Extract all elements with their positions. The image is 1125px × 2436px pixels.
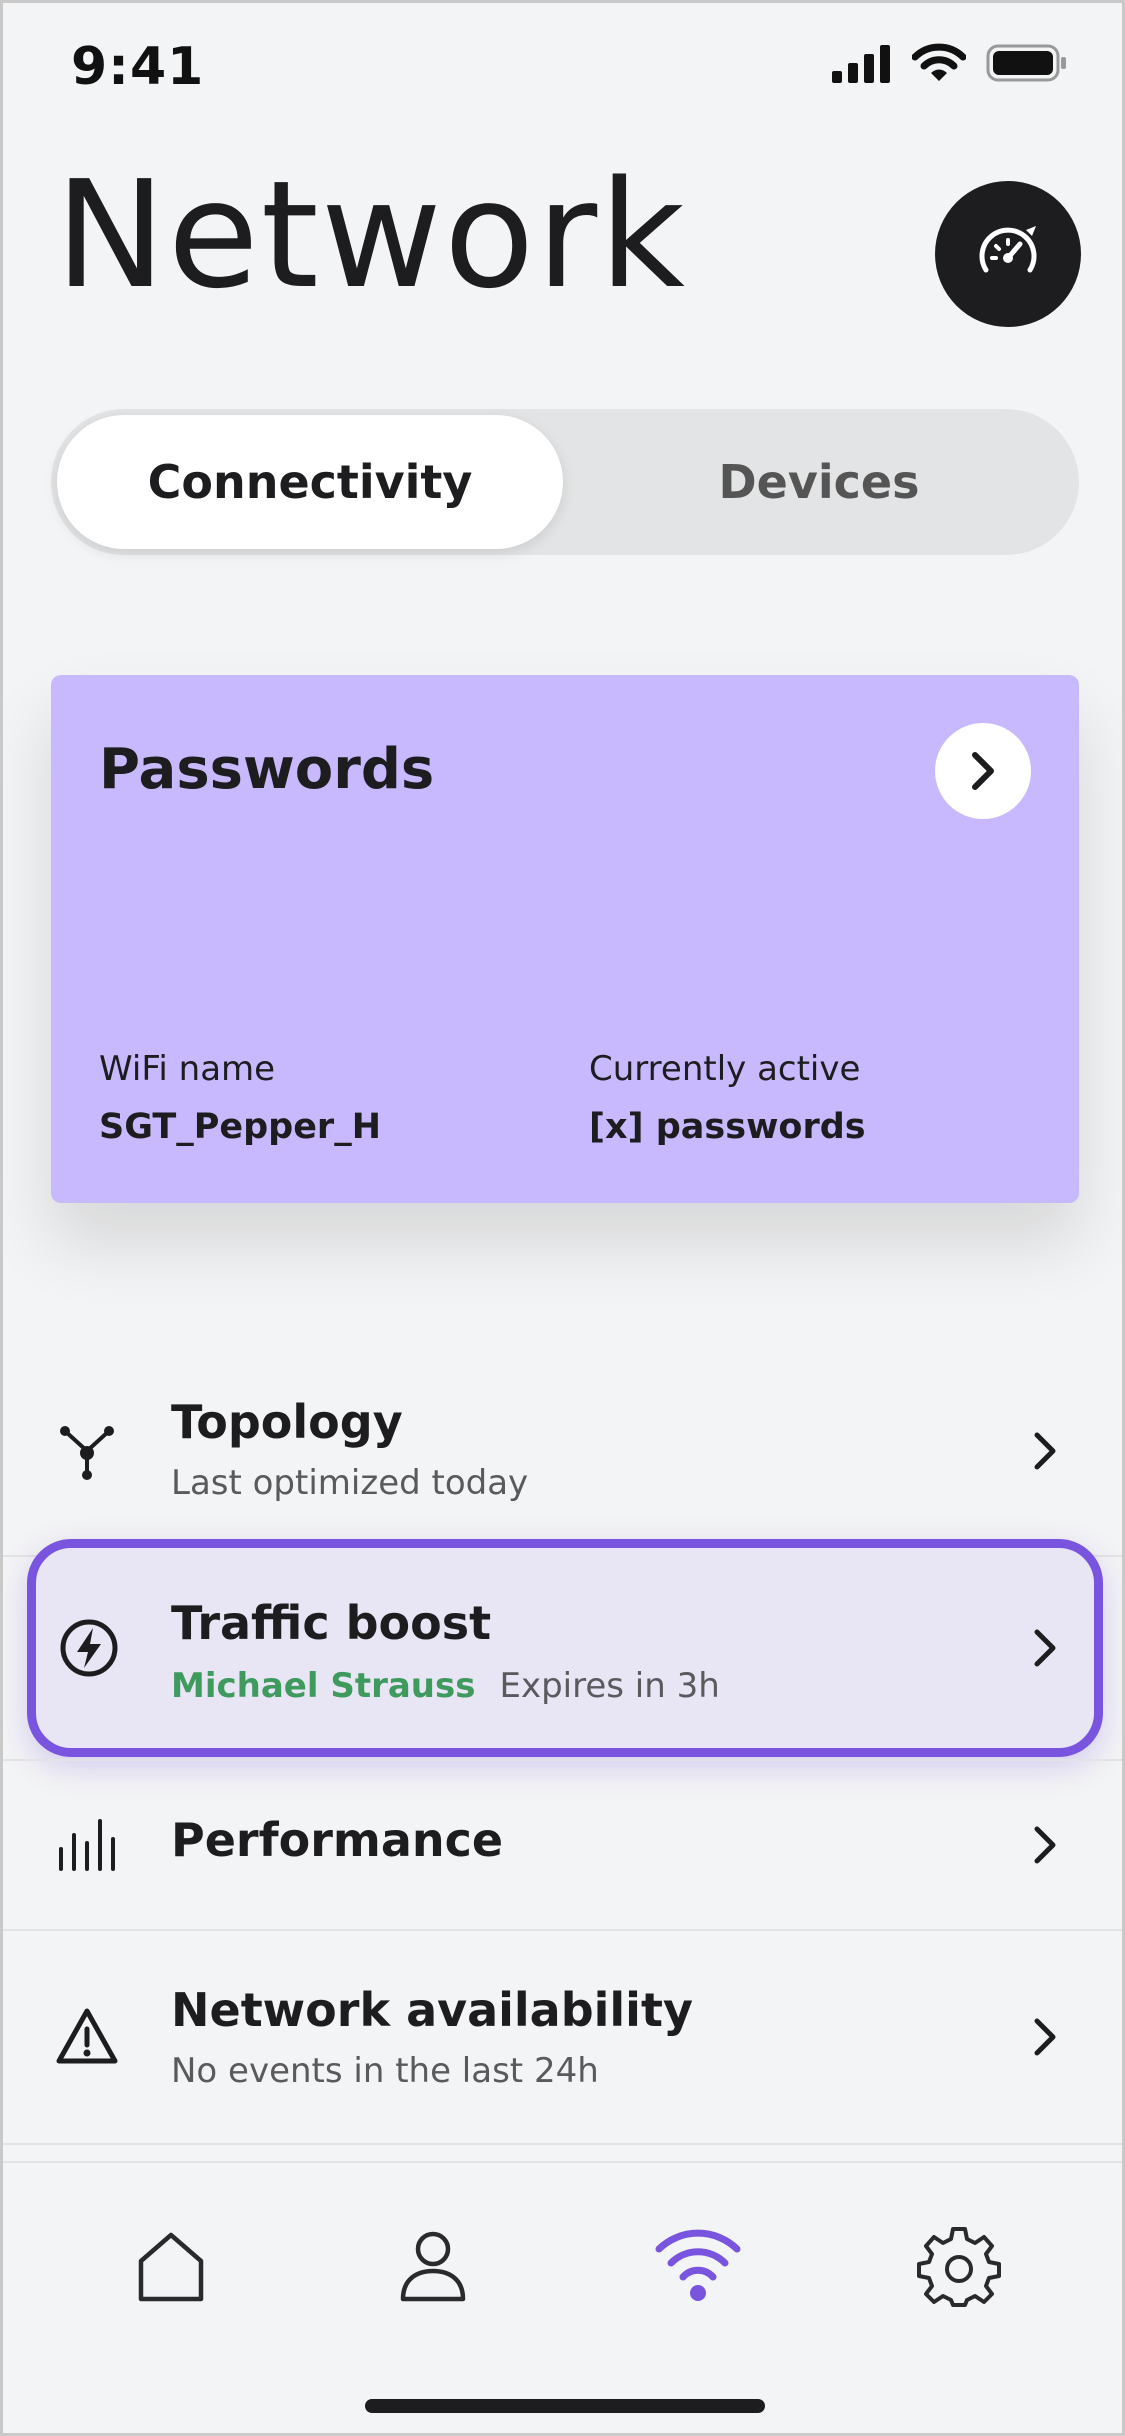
chevron-right-icon <box>1034 1432 1056 1470</box>
chevron-right-icon <box>1034 1629 1056 1667</box>
wifi-icon <box>912 43 966 81</box>
gear-icon[interactable] <box>917 2223 1001 2307</box>
warning-triangle-icon <box>56 2008 118 2064</box>
network-availability-subtitle: No events in the last 24h <box>171 2051 599 2091</box>
topology-title: Topology <box>171 1395 403 1449</box>
bar-chart-icon <box>59 1819 115 1871</box>
tab-devices[interactable]: Devices <box>565 415 1073 549</box>
cellular-signal-icon <box>832 45 890 83</box>
divider <box>3 2143 1122 2145</box>
home-icon[interactable] <box>129 2223 213 2307</box>
boost-expiry: Expires in 3h <box>499 1666 720 1706</box>
performance-title: Performance <box>171 1813 504 1867</box>
list-item-traffic-boost[interactable]: Traffic boost Michael Strauss Expires in … <box>27 1539 1103 1757</box>
list-item-topology[interactable]: Topology Last optimized today <box>3 1363 1122 1553</box>
traffic-boost-subtitle: Michael Strauss Expires in 3h <box>171 1666 720 1706</box>
topology-icon <box>60 1426 114 1480</box>
tab-connectivity[interactable]: Connectivity <box>57 415 563 549</box>
status-time: 9:41 <box>71 37 205 97</box>
passwords-title: Passwords <box>99 737 435 802</box>
currently-active-label: Currently active <box>589 1049 861 1089</box>
network-availability-title: Network availability <box>171 1983 693 2037</box>
network-screen: 9:41 Network Connectivity Devices Passwo… <box>0 0 1125 2436</box>
segmented-control: Connectivity Devices <box>51 409 1079 555</box>
battery-icon <box>986 44 1066 82</box>
lightning-bolt-icon <box>60 1619 118 1677</box>
currently-active-value: [x] passwords <box>589 1107 866 1147</box>
chevron-right-icon <box>1034 2018 1056 2056</box>
traffic-boost-title: Traffic boost <box>171 1596 492 1650</box>
page-title: Network <box>55 149 687 321</box>
list-item-performance[interactable]: Performance <box>3 1761 1122 1929</box>
home-indicator <box>365 2399 765 2413</box>
passwords-open-button[interactable] <box>935 723 1031 819</box>
wifi-name-value: SGT_Pepper_H <box>99 1107 381 1147</box>
passwords-card[interactable]: Passwords WiFi name SGT_Pepper_H Current… <box>51 675 1079 1203</box>
status-icons <box>832 43 1068 83</box>
speed-test-button[interactable] <box>935 181 1081 327</box>
user-icon[interactable] <box>391 2223 475 2307</box>
chevron-right-icon <box>972 752 994 790</box>
chevron-right-icon <box>1034 1826 1056 1864</box>
list-item-network-availability[interactable]: Network availability No events in the la… <box>3 1931 1122 2141</box>
wifi-name-label: WiFi name <box>99 1049 276 1089</box>
topology-subtitle: Last optimized today <box>171 1463 529 1503</box>
boost-user-name: Michael Strauss <box>171 1666 476 1706</box>
wifi-icon[interactable] <box>653 2223 743 2303</box>
tab-bar <box>3 2161 1122 2433</box>
speedometer-icon <box>979 226 1037 273</box>
